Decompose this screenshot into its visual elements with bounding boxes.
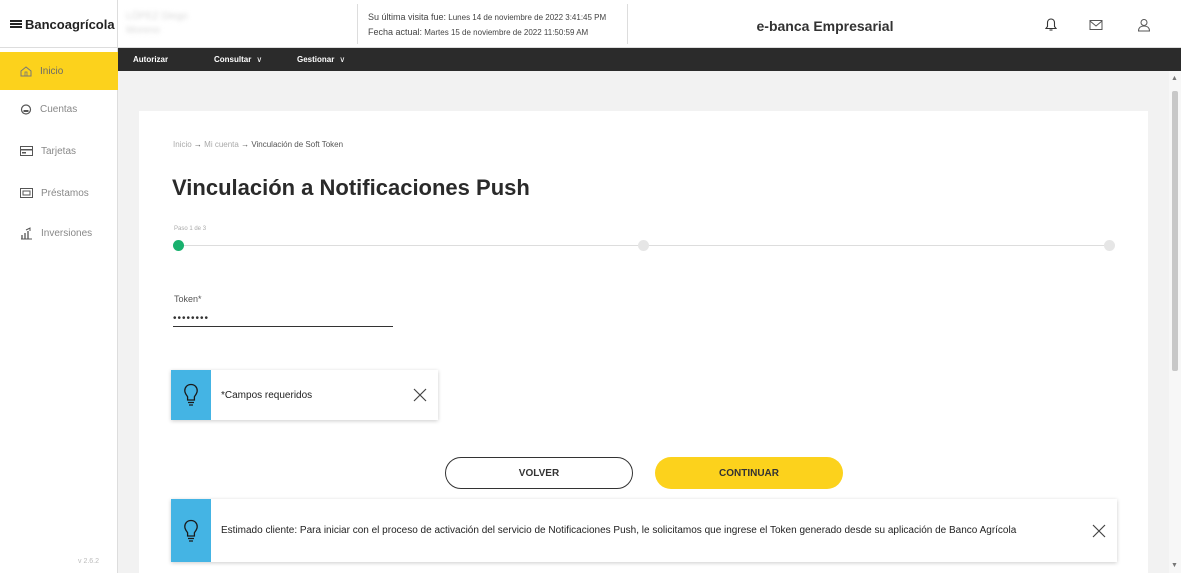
user-icon[interactable] xyxy=(1135,16,1153,34)
nav-consult[interactable]: Consultar ∨ xyxy=(214,48,262,71)
divider xyxy=(627,4,628,44)
breadcrumb-home[interactable]: Inicio xyxy=(173,140,192,149)
last-visit-value: Lunes 14 de noviembre de 2022 3:41:45 PM xyxy=(448,13,607,22)
sidebar-item-label: Cuentas xyxy=(40,103,78,115)
visit-info: Su última visita fue: Lunes 14 de noviem… xyxy=(368,10,606,40)
breadcrumb: Inicio → Mi cuenta → Vinculación de Soft… xyxy=(173,140,343,149)
sidebar-item-cards[interactable]: Tarjetas xyxy=(0,132,118,170)
token-label: Token* xyxy=(174,294,202,304)
sidebar-item-label: Tarjetas xyxy=(41,145,77,157)
step-dot-1 xyxy=(173,240,184,251)
current-date-label: Fecha actual: xyxy=(368,27,423,37)
divider xyxy=(357,4,358,44)
sidebar-item-label: Inversiones xyxy=(41,227,93,239)
logo-mark-icon xyxy=(10,20,22,28)
step-dot-3 xyxy=(1104,240,1115,251)
breadcrumb-current: Vinculación de Soft Token xyxy=(251,140,344,149)
step-label: Paso 1 de 3 xyxy=(174,226,207,232)
bank-logo[interactable]: Bancoagrícola xyxy=(0,0,118,48)
nav-authorize[interactable]: Autorizar xyxy=(133,48,168,71)
scroll-up-icon[interactable]: ▲ xyxy=(1171,75,1178,82)
arrow-right-icon: → xyxy=(241,140,250,149)
nav-authorize-label: Autorizar xyxy=(133,55,169,64)
nav-manage[interactable]: Gestionar ∨ xyxy=(297,48,345,71)
lightbulb-icon xyxy=(171,499,211,562)
card-icon xyxy=(20,146,33,156)
nav-manage-label: Gestionar xyxy=(297,55,335,64)
mail-icon[interactable] xyxy=(1087,16,1105,34)
close-icon[interactable] xyxy=(1091,523,1107,539)
scrollbar-thumb[interactable] xyxy=(1172,91,1178,371)
arrow-right-icon: → xyxy=(193,140,202,149)
top-nav: Autorizar Consultar ∨ Gestionar ∨ xyxy=(118,48,1181,71)
brand-title: e-banca Empresarial xyxy=(756,18,894,34)
bell-icon[interactable] xyxy=(1042,16,1060,34)
last-visit-label: Su última visita fue: xyxy=(368,12,447,22)
scroll-down-icon[interactable]: ▼ xyxy=(1171,562,1178,569)
sidebar-item-investments[interactable]: Inversiones xyxy=(0,214,118,252)
sidebar-item-label: Inicio xyxy=(40,65,64,77)
loan-icon xyxy=(20,188,33,198)
required-fields-text: *Campos requeridos xyxy=(221,389,313,401)
lightbulb-icon xyxy=(171,370,211,420)
user-name: LÓPEZ Diego Moreno xyxy=(126,11,188,36)
continue-button[interactable]: CONTINUAR xyxy=(655,457,843,489)
page-title: Vinculación a Notificaciones Push xyxy=(172,175,530,200)
vertical-scrollbar[interactable]: ▲ ▼ xyxy=(1169,71,1181,573)
home-icon xyxy=(20,65,32,76)
breadcrumb-account[interactable]: Mi cuenta xyxy=(204,140,239,149)
sidebar-item-accounts[interactable]: Cuentas xyxy=(0,90,118,128)
sidebar-item-label: Préstamos xyxy=(41,187,89,199)
back-button[interactable]: VOLVER xyxy=(445,457,633,489)
sidebar-item-home[interactable]: Inicio xyxy=(0,52,118,90)
chevron-down-icon: ∨ xyxy=(256,55,263,64)
info-message-text: Estimado cliente: Para iniciar con el pr… xyxy=(221,525,1017,536)
chevron-down-icon: ∨ xyxy=(339,55,346,64)
version-label: v 2.6.2 xyxy=(78,558,100,565)
sidebar-item-loans[interactable]: Préstamos xyxy=(0,174,118,212)
top-header: Bancoagrícola LÓPEZ Diego Moreno Su últi… xyxy=(0,0,1181,48)
step-dot-2 xyxy=(638,240,649,251)
nav-consult-label: Consultar xyxy=(214,55,252,64)
token-input[interactable] xyxy=(173,310,393,327)
logo-text: Bancoagrícola xyxy=(25,16,115,32)
investment-icon xyxy=(21,226,32,239)
sidebar: Inicio Cuentas Tarjetas Préstamos Invers… xyxy=(0,48,118,573)
piggy-bank-icon xyxy=(20,103,32,115)
close-icon[interactable] xyxy=(412,387,428,403)
main-card: Inicio → Mi cuenta → Vinculación de Soft… xyxy=(139,111,1148,573)
current-date-value: Martes 15 de noviembre de 2022 11:50:59 … xyxy=(424,28,589,37)
required-fields-note: *Campos requeridos xyxy=(171,370,438,420)
info-message-note: Estimado cliente: Para iniciar con el pr… xyxy=(171,499,1117,562)
